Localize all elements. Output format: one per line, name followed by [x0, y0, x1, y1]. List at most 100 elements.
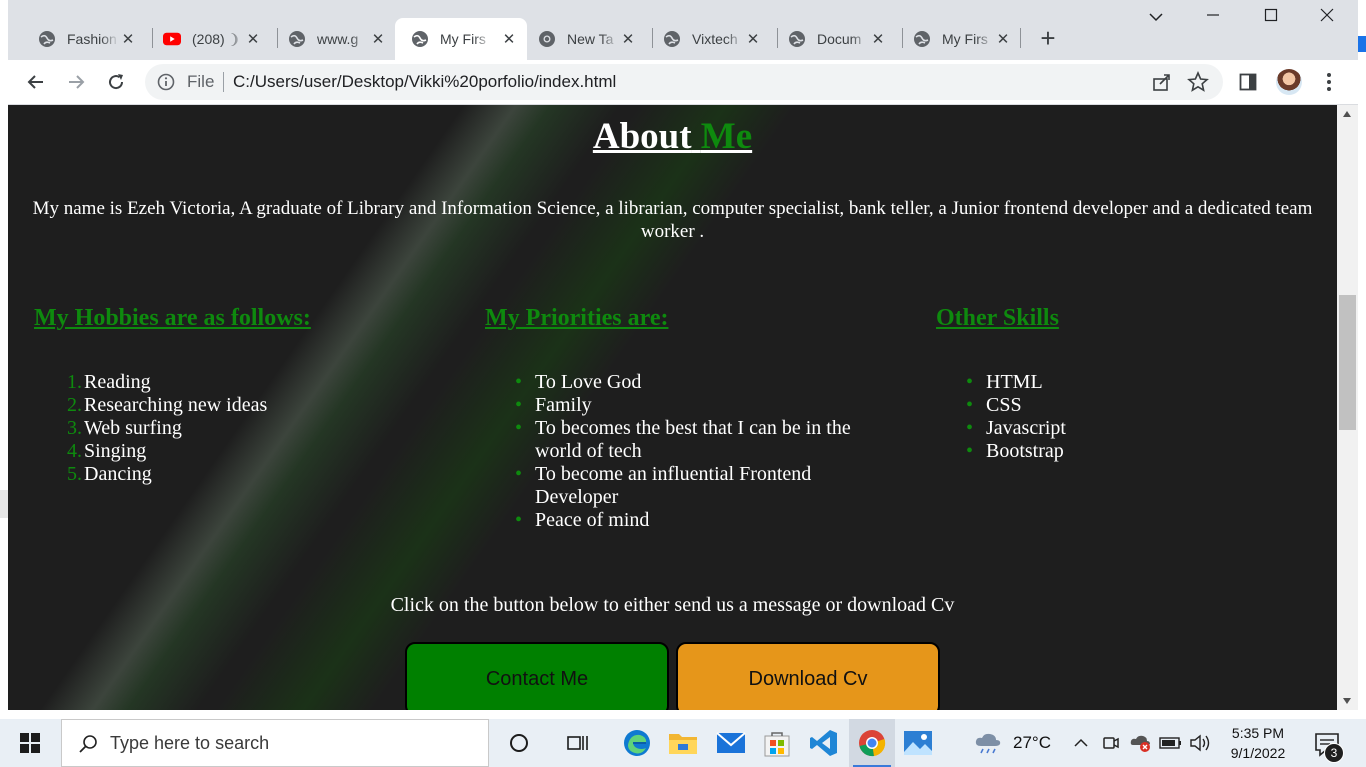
tab-close-icon[interactable]: ✕ — [120, 30, 136, 48]
tab-title: Docum — [817, 31, 862, 47]
store-app[interactable] — [754, 719, 800, 767]
priorities-list: To Love God Family To becomes the best t… — [515, 371, 875, 532]
windows-taskbar: Type here to search 27°C 5:35 PM 9/1/202… — [0, 719, 1366, 767]
page-scrollbar[interactable] — [1337, 105, 1358, 710]
tab-close-icon[interactable]: ✕ — [620, 30, 636, 48]
list-number: 5. — [67, 463, 82, 485]
weather-widget[interactable] — [970, 719, 1006, 767]
address-bar[interactable]: File C:/Users/user/Desktop/Vikki%20porfo… — [145, 64, 1223, 100]
minimize-button[interactable] — [1199, 6, 1227, 30]
globe-icon — [664, 31, 680, 47]
tray-meet-now[interactable] — [1100, 719, 1122, 767]
tab-fashion[interactable]: Fashion ✕ — [22, 18, 146, 60]
speaker-icon — [1190, 734, 1210, 752]
list-number: 1. — [67, 371, 82, 393]
battery-icon — [1159, 737, 1181, 749]
address-url[interactable]: C:/Users/user/Desktop/Vikki%20porfolio/i… — [233, 64, 616, 100]
page-viewport: About Me My name is Ezeh Victoria, A gra… — [8, 105, 1337, 710]
bookmark-star-icon[interactable] — [1187, 71, 1209, 93]
list-item: To Love God — [515, 371, 875, 394]
list-item-text: Web surfing — [84, 417, 182, 439]
chrome-icon — [539, 31, 555, 47]
intro-paragraph: My name is Ezeh Victoria, A graduate of … — [32, 198, 1313, 242]
back-arrow-icon — [27, 75, 43, 89]
close-window-button[interactable] — [1313, 6, 1341, 30]
tray-battery[interactable] — [1158, 719, 1184, 767]
tab-strip: Fashion ✕ (208) ❩ ✕ www.g ✕ My Firs ✕ Ne… — [8, 0, 1358, 60]
tab-new-tab[interactable]: New Ta ✕ — [522, 18, 646, 60]
task-view-button[interactable] — [556, 719, 602, 767]
list-item: CSS — [966, 394, 1066, 417]
skills-list: HTML CSS Javascript Bootstrap — [966, 371, 1066, 463]
desktop-edge-left — [0, 0, 8, 767]
menu-button[interactable] — [1315, 68, 1343, 96]
list-number: 2. — [67, 394, 82, 416]
hobbies-list: 1. Reading 2. Researching new ideas 3. Web … — [67, 371, 268, 486]
cortana-button[interactable] — [496, 719, 542, 767]
scroll-up-arrow-icon[interactable] — [1343, 111, 1351, 117]
download-cv-button[interactable]: Download Cv — [676, 642, 940, 710]
tab-document[interactable]: Docum ✕ — [772, 18, 896, 60]
youtube-icon — [163, 32, 181, 46]
photos-app[interactable] — [895, 719, 941, 767]
globe-icon — [412, 31, 428, 47]
about-heading-word: About — [592, 116, 692, 157]
tab-title: My Firs — [942, 31, 988, 47]
tray-overflow-button[interactable] — [1070, 719, 1092, 767]
hobbies-heading: My Hobbies are as follows: — [34, 305, 311, 331]
list-item-text: Reading — [84, 371, 151, 393]
globe-icon — [914, 31, 930, 47]
taskbar-clock[interactable]: 5:35 PM 9/1/2022 — [1218, 723, 1298, 763]
info-icon[interactable] — [157, 73, 175, 91]
windows-logo-icon — [20, 733, 40, 753]
scroll-down-arrow-icon[interactable] — [1343, 698, 1351, 704]
store-icon — [764, 732, 790, 757]
tab-www[interactable]: www.g ✕ — [272, 18, 396, 60]
clock-time: 5:35 PM — [1231, 725, 1285, 741]
tab-title: Vixtech — [692, 31, 738, 47]
forward-button[interactable] — [62, 68, 90, 96]
photos-icon — [904, 731, 932, 755]
tab-vixtech[interactable]: Vixtech ✕ — [647, 18, 771, 60]
list-item: HTML — [966, 371, 1066, 394]
tab-close-icon[interactable]: ✕ — [245, 30, 261, 48]
taskbar-search-box[interactable]: Type here to search — [61, 719, 489, 767]
tab-separator — [1020, 28, 1021, 48]
desktop-edge-accent — [1358, 36, 1366, 52]
list-item-text: Researching new ideas — [84, 394, 268, 416]
edge-icon — [624, 730, 650, 756]
side-panel-button[interactable] — [1234, 68, 1262, 96]
weather-temperature[interactable]: 27°C — [1013, 719, 1051, 767]
forward-arrow-icon — [69, 75, 85, 89]
tab-close-icon[interactable]: ✕ — [870, 30, 886, 48]
tab-close-icon[interactable]: ✕ — [745, 30, 761, 48]
scroll-thumb[interactable] — [1339, 295, 1356, 430]
maximize-button[interactable] — [1257, 6, 1285, 30]
edge-app[interactable] — [614, 719, 660, 767]
new-tab-button[interactable]: + — [1036, 24, 1060, 52]
tab-search-dropdown-icon[interactable] — [1142, 6, 1170, 30]
tab-youtube[interactable]: (208) ❩ ✕ — [147, 18, 271, 60]
contact-me-button[interactable]: Contact Me — [405, 642, 669, 710]
tab-my-first-active[interactable]: My Firs ✕ — [395, 18, 527, 60]
vscode-app[interactable] — [801, 719, 847, 767]
skills-heading: Other Skills — [936, 305, 1059, 331]
globe-icon — [789, 31, 805, 47]
tab-close-icon[interactable]: ✕ — [995, 30, 1011, 48]
tray-onedrive[interactable] — [1128, 719, 1154, 767]
file-explorer-app[interactable] — [660, 719, 706, 767]
share-icon[interactable] — [1151, 71, 1173, 93]
chrome-app[interactable] — [849, 719, 895, 767]
tray-volume[interactable] — [1188, 719, 1214, 767]
tab-close-icon[interactable]: ✕ — [370, 30, 386, 48]
cloud-rain-icon — [975, 733, 1001, 754]
reload-button[interactable] — [102, 68, 130, 96]
profile-avatar[interactable] — [1276, 69, 1302, 95]
browser-window: Fashion ✕ (208) ❩ ✕ www.g ✕ My Firs ✕ Ne… — [8, 0, 1358, 710]
back-button[interactable] — [22, 68, 50, 96]
tab-my-first-2[interactable]: My Firs ✕ — [897, 18, 1021, 60]
start-button[interactable] — [0, 719, 60, 767]
mail-app[interactable] — [708, 719, 754, 767]
tab-close-icon[interactable]: ✕ — [501, 30, 517, 48]
list-number: 4. — [67, 440, 82, 462]
